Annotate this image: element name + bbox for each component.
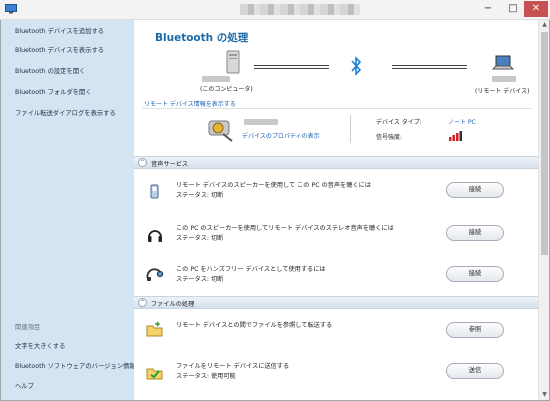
device-properties-icon: [208, 120, 233, 142]
bluetooth-icon: [351, 56, 362, 76]
device-properties-box: [142, 108, 532, 148]
minimize-button[interactable]: −: [476, 1, 500, 17]
device-type-label: デバイス タイプ:: [376, 119, 422, 126]
sidebar-help-link[interactable]: ヘルプ: [15, 381, 34, 390]
connection-line-left: [254, 65, 329, 69]
connect-speaker-button[interactable]: 接続: [446, 182, 504, 198]
sidebar: Bluetooth デバイスを追加する Bluetooth デバイスを表示する …: [1, 20, 136, 400]
connect-handsfree-button[interactable]: 接続: [446, 266, 504, 282]
collapse-chevron-icon[interactable]: ⌃: [138, 298, 147, 307]
close-button[interactable]: ✕: [524, 1, 548, 17]
pc-tower-icon: [226, 50, 240, 74]
sidebar-file-transfer-link[interactable]: ファイル転送ダイアログを表示する: [15, 108, 116, 117]
main-panel: Bluetooth の処理 (このコンピュータ) (リモート デバイス) リモー…: [134, 20, 538, 400]
audio-services-title: 音声サービス: [151, 161, 189, 168]
service-status: ステータス: 切断: [176, 192, 224, 199]
folder-send-icon: [146, 368, 163, 380]
sidebar-show-devices-link[interactable]: Bluetooth デバイスを表示する: [15, 45, 104, 54]
computer-name-blurred: [202, 76, 230, 82]
sidebar-add-device-link[interactable]: Bluetooth デバイスを追加する: [15, 26, 104, 35]
page-title: Bluetooth の処理: [155, 32, 249, 44]
device-name-blurred: [244, 119, 278, 125]
service-text: この PC のスピーカーを使用してリモート デバイスのステレオ音声を聴くには: [176, 225, 394, 232]
file-operations-header[interactable]: ⌃ ファイルの処理: [134, 296, 538, 309]
remote-device-label: (リモート デバイス): [475, 88, 530, 95]
device-type-value: ノート PC: [448, 119, 476, 126]
maximize-button[interactable]: □: [501, 1, 525, 17]
sidebar-larger-text-link[interactable]: 文字を大きくする: [15, 341, 65, 350]
sidebar-open-folder-link[interactable]: Bluetooth フォルダを開く: [15, 87, 92, 96]
folder-browse-icon: [146, 321, 163, 337]
scroll-down-arrow-icon[interactable]: ▼: [539, 390, 550, 400]
signal-strength-icon: [449, 131, 462, 141]
collapse-chevron-icon[interactable]: ⌃: [138, 158, 147, 167]
speaker-phone-icon: [150, 184, 159, 199]
sidebar-version-info-link[interactable]: Bluetooth ソフトウェアのバージョン情報: [15, 361, 136, 370]
browse-files-button[interactable]: 参照: [446, 322, 504, 338]
remote-name-blurred: [492, 76, 516, 82]
service-text: リモート デバイスのスピーカーを使用して この PC の音声を聴くには: [176, 182, 371, 189]
file-operations-title: ファイルの処理: [151, 301, 195, 308]
service-text: この PC をハンズフリー デバイスとして使用するには: [176, 266, 326, 273]
headset-icon: [146, 268, 164, 281]
title-bar: − □ ✕: [0, 0, 550, 20]
service-status: ステータス: 切断: [176, 235, 224, 242]
headphones-icon: [148, 230, 162, 242]
sidebar-open-settings-link[interactable]: Bluetooth の設定を開く: [15, 66, 85, 75]
window-title-blurred: [240, 4, 360, 15]
connection-line-right: [392, 65, 467, 69]
audio-services-header[interactable]: ⌃ 音声サービス: [134, 156, 538, 169]
monitor-app-icon: [5, 4, 17, 14]
device-properties-link[interactable]: デバイスのプロパティの表示: [242, 131, 319, 140]
remote-info-link[interactable]: リモート デバイス情報を表示する: [144, 99, 236, 108]
vertical-scrollbar[interactable]: ▲ ▼: [538, 20, 549, 400]
service-text: ファイルをリモート デバイスに送信する: [176, 363, 290, 370]
scroll-thumb[interactable]: [541, 32, 548, 255]
connect-stereo-button[interactable]: 接続: [446, 225, 504, 241]
send-file-button[interactable]: 送信: [446, 363, 504, 379]
scroll-up-arrow-icon[interactable]: ▲: [539, 20, 550, 30]
service-status: ステータス: 使用可能: [176, 373, 236, 380]
service-status: ステータス: 切断: [176, 276, 224, 283]
related-heading: 関連項目: [15, 324, 41, 331]
property-separator: [350, 115, 351, 143]
service-text: リモート デバイスとの間でファイルを参照して転送する: [176, 322, 333, 329]
laptop-icon: [492, 55, 514, 70]
signal-strength-label: 信号強度:: [376, 134, 403, 141]
this-computer-label: (このコンピュータ): [200, 86, 253, 93]
